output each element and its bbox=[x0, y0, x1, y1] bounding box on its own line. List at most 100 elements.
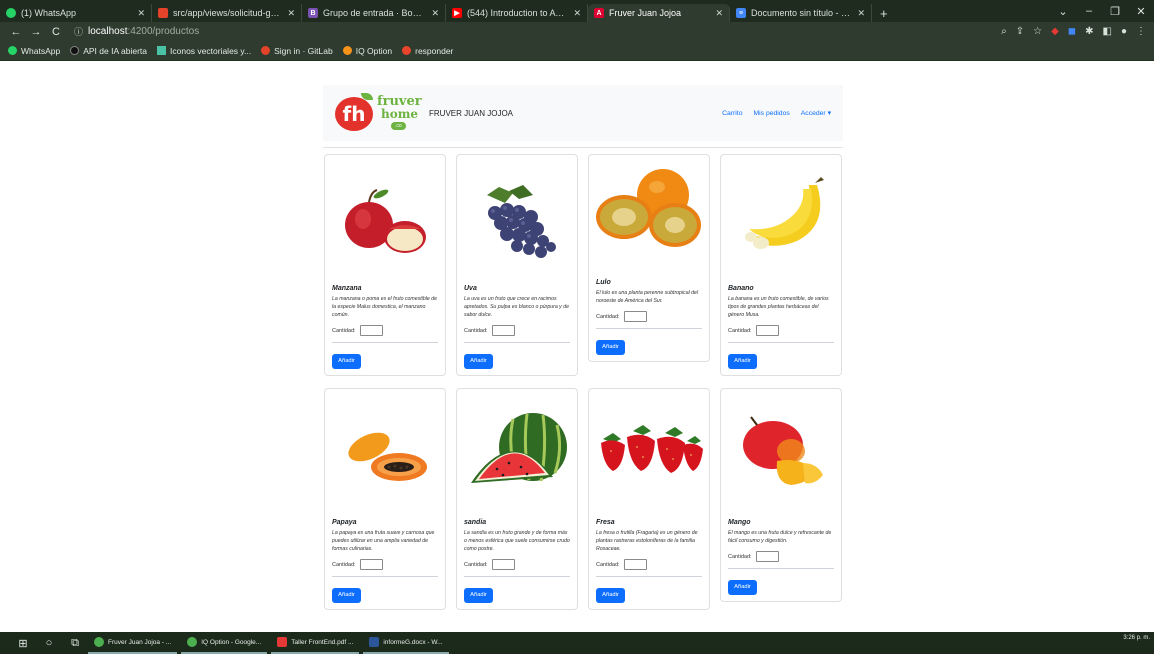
system-clock[interactable]: 3:26 p. m. bbox=[1123, 634, 1150, 642]
bookmark-whatsapp[interactable]: WhatsApp bbox=[8, 46, 60, 56]
product-card-papaya: Papaya La papaya es una fruta suave y ca… bbox=[324, 388, 446, 610]
add-button[interactable]: Añadir bbox=[332, 587, 361, 603]
browser-tab-bar: (1) WhatsApp ✕ src/app/views/solicitud-g… bbox=[0, 0, 1154, 22]
pdf-extension-icon[interactable]: ◆ bbox=[1051, 26, 1059, 37]
add-button[interactable]: Añadir bbox=[596, 587, 625, 603]
tab-gitlab[interactable]: src/app/views/solicitud-grado/so ✕ bbox=[152, 4, 302, 22]
profile-avatar-icon[interactable]: ● bbox=[1121, 26, 1127, 37]
quantity-input[interactable] bbox=[755, 551, 779, 562]
close-icon[interactable]: ✕ bbox=[715, 8, 723, 19]
search-icon[interactable]: ○ bbox=[36, 637, 62, 649]
product-card-mango: Mango El mango es una fruta dulce y refr… bbox=[720, 388, 842, 602]
product-description: El mango es una fruta dulce y refrescant… bbox=[728, 530, 832, 544]
tab-docs[interactable]: ≡ Documento sin título - Documen ✕ bbox=[730, 4, 872, 22]
logo-suffix: .co bbox=[391, 122, 406, 130]
forward-icon[interactable]: → bbox=[28, 26, 44, 38]
product-title: Banano bbox=[728, 285, 754, 292]
bookmark-gitlab[interactable]: Sign in · GitLab bbox=[261, 46, 333, 56]
chevron-down-icon[interactable]: ⌄ bbox=[1050, 5, 1076, 18]
bookmark-label: IQ Option bbox=[355, 45, 393, 56]
quantity-input[interactable] bbox=[623, 311, 647, 322]
add-button[interactable]: Añadir bbox=[464, 587, 493, 603]
quantity-input[interactable] bbox=[491, 325, 515, 336]
bookmark-iqoption[interactable]: IQ Option bbox=[342, 45, 393, 56]
translate-extension-icon[interactable]: ◼ bbox=[1068, 26, 1076, 37]
browser-toolbar: ⌕ ⇪ ☆ ◆ ◼ ✱ ◧ ● ⋮ bbox=[1001, 22, 1146, 41]
quantity-label: Cantidad: bbox=[596, 313, 620, 320]
bookmark-openai[interactable]: API de IA abierta bbox=[70, 46, 147, 56]
close-window-icon[interactable]: ✕ bbox=[1128, 5, 1154, 18]
quantity-input[interactable] bbox=[359, 325, 383, 336]
restore-icon[interactable]: ❐ bbox=[1102, 5, 1128, 18]
url-field[interactable]: ⓘ localhost :4200/productos bbox=[74, 25, 199, 38]
quantity-input[interactable] bbox=[359, 559, 383, 570]
tab-whatsapp[interactable]: (1) WhatsApp ✕ bbox=[0, 4, 152, 22]
bookmark-responder[interactable]: responder bbox=[402, 46, 453, 56]
bookmark-label: Sign in · GitLab bbox=[274, 45, 333, 56]
quantity-input[interactable] bbox=[623, 559, 647, 570]
tab-youtube[interactable]: ▶ (544) Introduction to AWS Elastic ✕ bbox=[446, 4, 588, 22]
back-icon[interactable]: ← bbox=[8, 26, 24, 38]
brand-name[interactable]: FRUVER JUAN JOJOA bbox=[429, 109, 513, 118]
nav-link-carrito[interactable]: Carrito bbox=[722, 110, 742, 117]
quantity-label: Cantidad: bbox=[464, 561, 488, 568]
divider bbox=[464, 342, 570, 343]
quantity-label: Cantidad: bbox=[332, 561, 356, 568]
minimize-icon[interactable]: – bbox=[1076, 5, 1102, 17]
taskbar-item-word[interactable]: informeG.docx - W... bbox=[363, 632, 449, 654]
star-icon[interactable]: ☆ bbox=[1033, 26, 1042, 37]
sidepanel-icon[interactable]: ◧ bbox=[1103, 26, 1112, 37]
logo-mark: fh bbox=[335, 97, 373, 131]
divider bbox=[464, 576, 570, 577]
extensions-icon[interactable]: ✱ bbox=[1085, 26, 1093, 37]
reload-icon[interactable]: C bbox=[48, 26, 64, 38]
close-icon[interactable]: ✕ bbox=[287, 8, 295, 19]
product-title: Mango bbox=[728, 519, 751, 526]
url-host: localhost bbox=[88, 26, 128, 37]
close-icon[interactable]: ✕ bbox=[857, 8, 865, 19]
pdf-icon bbox=[277, 637, 288, 647]
quantity-input[interactable] bbox=[491, 559, 515, 570]
product-title: Uva bbox=[464, 285, 477, 292]
add-button[interactable]: Añadir bbox=[728, 353, 757, 369]
product-description: La manzana o poma es el fruto comestible… bbox=[332, 296, 437, 318]
responder-icon bbox=[402, 46, 412, 55]
add-button[interactable]: Añadir bbox=[596, 339, 625, 355]
task-view-icon[interactable]: ⧉ bbox=[62, 637, 88, 650]
gitlab-icon bbox=[261, 46, 271, 55]
product-card-fresa: Fresa La fresa o frutilla (Fragaria) es … bbox=[588, 388, 710, 610]
logo-word-2: home bbox=[381, 107, 419, 121]
share-icon[interactable]: ⇪ bbox=[1016, 26, 1024, 37]
web-page: fh fruver home .co FRUVER JUAN JOJOA Car… bbox=[0, 61, 1154, 632]
vector-icon bbox=[157, 46, 167, 55]
add-button[interactable]: Añadir bbox=[464, 353, 493, 369]
product-image bbox=[457, 155, 577, 277]
bookmark-vector-icons[interactable]: Iconos vectoriales y... bbox=[157, 46, 251, 56]
taskbar-item-chrome-fruver[interactable]: Fruver Juan Jojoa - ... bbox=[88, 632, 178, 654]
url-path: :4200/productos bbox=[127, 26, 200, 37]
menu-icon[interactable]: ⋮ bbox=[1136, 26, 1146, 37]
info-icon[interactable]: ⓘ bbox=[74, 25, 83, 38]
zoom-icon[interactable]: ⌕ bbox=[1001, 26, 1007, 37]
nav-link-mis-pedidos[interactable]: Mis pedidos bbox=[753, 110, 789, 117]
site-logo[interactable]: fh fruver home .co bbox=[335, 93, 423, 133]
chrome-icon bbox=[94, 637, 104, 647]
taskbar-item-pdf[interactable]: Taller FrontEnd.pdf ... bbox=[271, 632, 360, 654]
product-image bbox=[589, 389, 709, 511]
whatsapp-icon bbox=[6, 8, 16, 18]
product-image bbox=[325, 155, 445, 277]
tab-bootstrap[interactable]: B Grupo de entrada · Bootstrap v5. ✕ bbox=[302, 4, 446, 22]
windows-start-icon[interactable]: ⊞ bbox=[10, 637, 36, 650]
quantity-input[interactable] bbox=[755, 325, 779, 336]
close-icon[interactable]: ✕ bbox=[431, 8, 439, 19]
taskbar-item-chrome-iq[interactable]: IQ Option - Google... bbox=[181, 632, 268, 654]
nav-dropdown-acceder[interactable]: Acceder ▾ bbox=[801, 109, 831, 117]
tab-fruver[interactable]: A Fruver Juan Jojoa ✕ bbox=[588, 4, 730, 22]
new-tab-button[interactable]: + bbox=[872, 4, 896, 22]
add-button[interactable]: Añadir bbox=[728, 579, 757, 595]
add-button[interactable]: Añadir bbox=[332, 353, 361, 369]
close-icon[interactable]: ✕ bbox=[573, 8, 581, 19]
close-icon[interactable]: ✕ bbox=[137, 8, 145, 19]
product-description: La sandía es un fruto grande y de forma … bbox=[464, 530, 570, 552]
bookmark-label: API de IA abierta bbox=[83, 45, 148, 56]
